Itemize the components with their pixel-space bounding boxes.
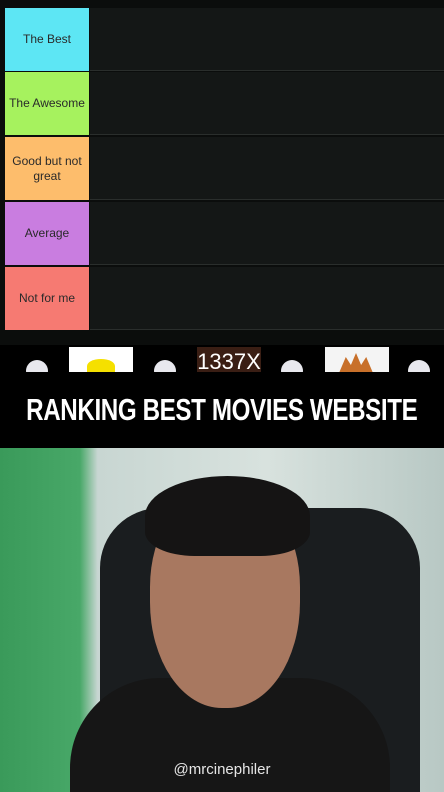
tier-label: Average bbox=[5, 202, 89, 265]
tier-label: Not for me bbox=[5, 267, 89, 330]
pikachu-logo-icon[interactable] bbox=[69, 347, 133, 373]
tier-row-average: Average bbox=[5, 202, 444, 265]
presenter-hair bbox=[145, 476, 310, 556]
title-banner: RANKING BEST MOVIES WEBSITE bbox=[0, 372, 444, 448]
tier-drop-zone[interactable] bbox=[90, 202, 444, 265]
banner-title: RANKING BEST MOVIES WEBSITE bbox=[26, 392, 418, 427]
tier-row-the-best: The Best bbox=[5, 8, 444, 71]
unranked-items-strip: 1337X bbox=[0, 345, 444, 382]
tier-drop-zone[interactable] bbox=[90, 137, 444, 200]
1337x-logo[interactable]: 1337X bbox=[197, 347, 261, 374]
tier-drop-zone[interactable] bbox=[90, 72, 444, 135]
tier-label: The Awesome bbox=[5, 72, 89, 135]
tier-row-not-for-me: Not for me bbox=[5, 267, 444, 330]
tier-label: Good but not great bbox=[5, 137, 89, 200]
creator-handle: @mrcinephiler bbox=[173, 761, 271, 778]
tier-drop-zone[interactable] bbox=[90, 267, 444, 330]
tier-label: The Best bbox=[5, 8, 89, 71]
tier-drop-zone[interactable] bbox=[90, 8, 444, 71]
presenter-video: @mrcinephiler bbox=[0, 448, 444, 792]
flame-logo-icon[interactable] bbox=[325, 347, 389, 373]
tier-row-good-but-not-great: Good but not great bbox=[5, 137, 444, 200]
tier-row-the-awesome: The Awesome bbox=[5, 72, 444, 135]
